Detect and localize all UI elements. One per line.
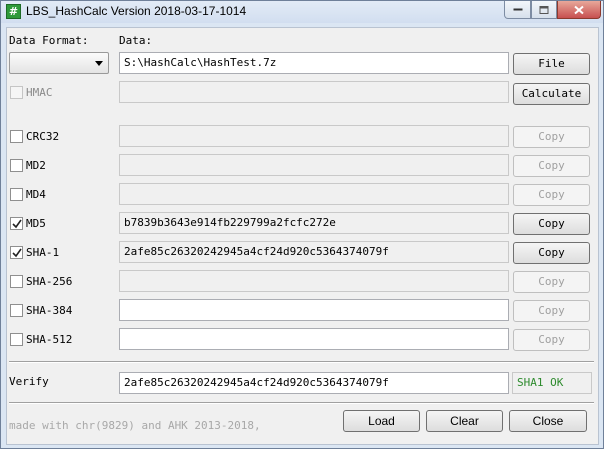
sha1-label: SHA-1: [26, 246, 60, 259]
sha256-value[interactable]: [119, 270, 509, 292]
md4-label: MD4: [26, 188, 46, 201]
hash-icon: #: [6, 4, 21, 19]
sha1-checkbox[interactable]: [10, 246, 23, 259]
sha384-label: SHA-384: [26, 304, 73, 317]
sha256-label: SHA-256: [26, 275, 73, 288]
sha256-copy-button[interactable]: Copy: [513, 271, 590, 293]
verify-status-badge: SHA1 OK: [512, 372, 592, 394]
hmac-checkbox[interactable]: [10, 86, 23, 99]
divider: [9, 402, 594, 404]
sha384-copy-button[interactable]: Copy: [513, 300, 590, 322]
md4-copy-button[interactable]: Copy: [513, 184, 590, 206]
minimize-icon: [513, 8, 522, 10]
crc32-value[interactable]: [119, 125, 509, 147]
md4-checkbox[interactable]: [10, 188, 23, 201]
md5-checkbox[interactable]: [10, 217, 23, 230]
verify-input[interactable]: 2afe85c26320242945a4cf24d920c5364374079f: [119, 372, 509, 394]
sha512-checkbox[interactable]: [10, 333, 23, 346]
close-button[interactable]: Close: [509, 410, 587, 432]
md2-value[interactable]: [119, 154, 509, 176]
sha1-value[interactable]: 2afe85c26320242945a4cf24d920c5364374079f: [119, 241, 509, 263]
app-window: # LBS_HashCalc Version 2018-03-17-1014 D…: [0, 0, 604, 449]
checkmark-icon: [12, 248, 22, 258]
data-format-select[interactable]: [9, 52, 109, 74]
credits-text: made with chr(9829) and AHK 2013-2018,: [9, 419, 261, 432]
md5-copy-button[interactable]: Copy: [513, 213, 590, 235]
crc32-label: CRC32: [26, 130, 60, 143]
sha512-label: SHA-512: [26, 333, 73, 346]
maximize-icon: [539, 5, 549, 14]
sha384-checkbox[interactable]: [10, 304, 23, 317]
window-title: LBS_HashCalc Version 2018-03-17-1014: [26, 4, 247, 18]
sha512-value[interactable]: [119, 328, 509, 350]
hmac-key-input[interactable]: [119, 81, 509, 103]
title-bar[interactable]: # LBS_HashCalc Version 2018-03-17-1014: [1, 1, 603, 23]
md5-value[interactable]: b7839b3643e914fb229799a2fcfc272e: [119, 212, 509, 234]
crc32-checkbox[interactable]: [10, 130, 23, 143]
sha1-copy-button[interactable]: Copy: [513, 242, 590, 264]
data-label: Data:: [119, 34, 153, 47]
data-input[interactable]: S:\HashCalc\HashTest.7z: [119, 52, 509, 74]
close-icon: [574, 5, 584, 14]
sha384-value[interactable]: [119, 299, 509, 321]
close-window-button[interactable]: [557, 1, 601, 19]
chevron-down-icon: [95, 61, 103, 66]
data-format-label: Data Format:: [9, 34, 89, 47]
file-button[interactable]: File: [513, 53, 590, 75]
verify-label: Verify: [9, 375, 49, 388]
md2-copy-button[interactable]: Copy: [513, 155, 590, 177]
divider: [9, 361, 594, 363]
minimize-button[interactable]: [504, 1, 531, 19]
md2-label: MD2: [26, 159, 46, 172]
checkmark-icon: [12, 219, 22, 229]
md5-label: MD5: [26, 217, 46, 230]
clear-button[interactable]: Clear: [426, 410, 503, 432]
calculate-button[interactable]: Calculate: [513, 83, 590, 105]
md4-value[interactable]: [119, 183, 509, 205]
load-button[interactable]: Load: [343, 410, 420, 432]
crc32-copy-button[interactable]: Copy: [513, 126, 590, 148]
md2-checkbox[interactable]: [10, 159, 23, 172]
maximize-button[interactable]: [531, 1, 557, 19]
main-panel: Data Format: Data: S:\HashCalc\HashTest.…: [6, 27, 599, 445]
hmac-label: HMAC: [26, 86, 53, 99]
sha512-copy-button[interactable]: Copy: [513, 329, 590, 351]
sha256-checkbox[interactable]: [10, 275, 23, 288]
